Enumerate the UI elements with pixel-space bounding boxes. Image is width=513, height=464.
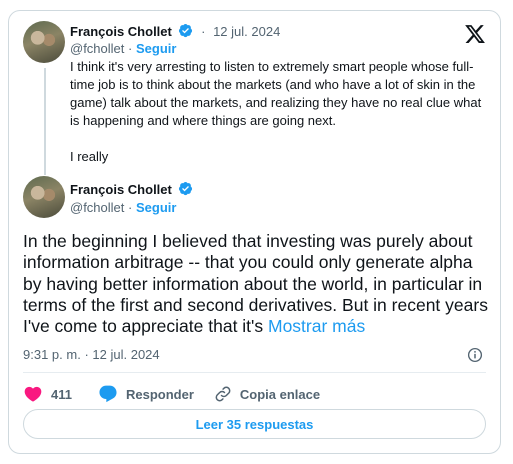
show-more-link[interactable]: Mostrar más (268, 316, 365, 336)
quoted-paragraph-2: I really (70, 149, 109, 164)
verified-badge-icon (179, 23, 193, 38)
reply-button[interactable]: Responder (98, 384, 194, 404)
tweet-date[interactable]: 12 jul. 2024 (213, 24, 280, 39)
main-handle-row: @fchollet · Seguir (70, 200, 176, 215)
verified-badge-icon (179, 181, 193, 196)
tweet-body: In the beginning I believed that investi… (23, 231, 488, 337)
read-replies-label: Leer 35 respuestas (195, 416, 314, 432)
reply-label: Responder (125, 386, 194, 402)
info-icon[interactable] (466, 346, 484, 364)
reply-bubble-icon (99, 385, 117, 403)
read-replies-button[interactable]: Leer 35 respuestas (23, 409, 486, 439)
link-icon (215, 386, 231, 402)
handle[interactable]: @fchollet (70, 200, 124, 215)
action-bar: 411 Responder Copia enlace (23, 383, 340, 405)
x-logo-icon[interactable] (464, 23, 486, 45)
quoted-author-name-row[interactable]: François Chollet · 12 jul. 2024 (70, 23, 280, 39)
copy-link-button[interactable]: Copia enlace (214, 385, 320, 403)
copy-link-label: Copia enlace (239, 386, 321, 402)
avatar[interactable] (23, 176, 65, 218)
author-name[interactable]: François Chollet (70, 24, 172, 39)
tweet-time[interactable]: 9:31 p. m. (23, 347, 81, 362)
thread-connector-line (44, 68, 46, 175)
like-button[interactable]: 411 (23, 384, 72, 404)
separator: · (201, 24, 206, 39)
tweet-date[interactable]: 12 jul. 2024 (92, 347, 159, 362)
main-tweet-text: In the beginning I believed that investi… (23, 231, 493, 337)
follow-button[interactable]: Seguir (136, 200, 176, 215)
author-name[interactable]: François Chollet (70, 182, 172, 197)
handle[interactable]: @fchollet (70, 41, 124, 56)
main-author-name-row[interactable]: François Chollet (70, 181, 193, 197)
separator: · (84, 347, 89, 362)
separator: · (128, 41, 133, 56)
quoted-tweet-text: I think it's very arresting to listen to… (70, 58, 482, 166)
heart-icon (24, 386, 42, 402)
avatar[interactable] (23, 21, 65, 63)
separator: · (128, 200, 133, 215)
quoted-paragraph-1: I think it's very arresting to listen to… (70, 59, 482, 128)
quoted-handle-row: @fchollet · Seguir (70, 41, 176, 56)
divider (23, 372, 486, 373)
tweet-embed-card: François Chollet · 12 jul. 2024 @fcholle… (8, 10, 501, 454)
like-count: 411 (51, 386, 72, 402)
follow-button[interactable]: Seguir (136, 41, 176, 56)
tweet-timestamp[interactable]: 9:31 p. m. · 12 jul. 2024 (23, 347, 160, 362)
